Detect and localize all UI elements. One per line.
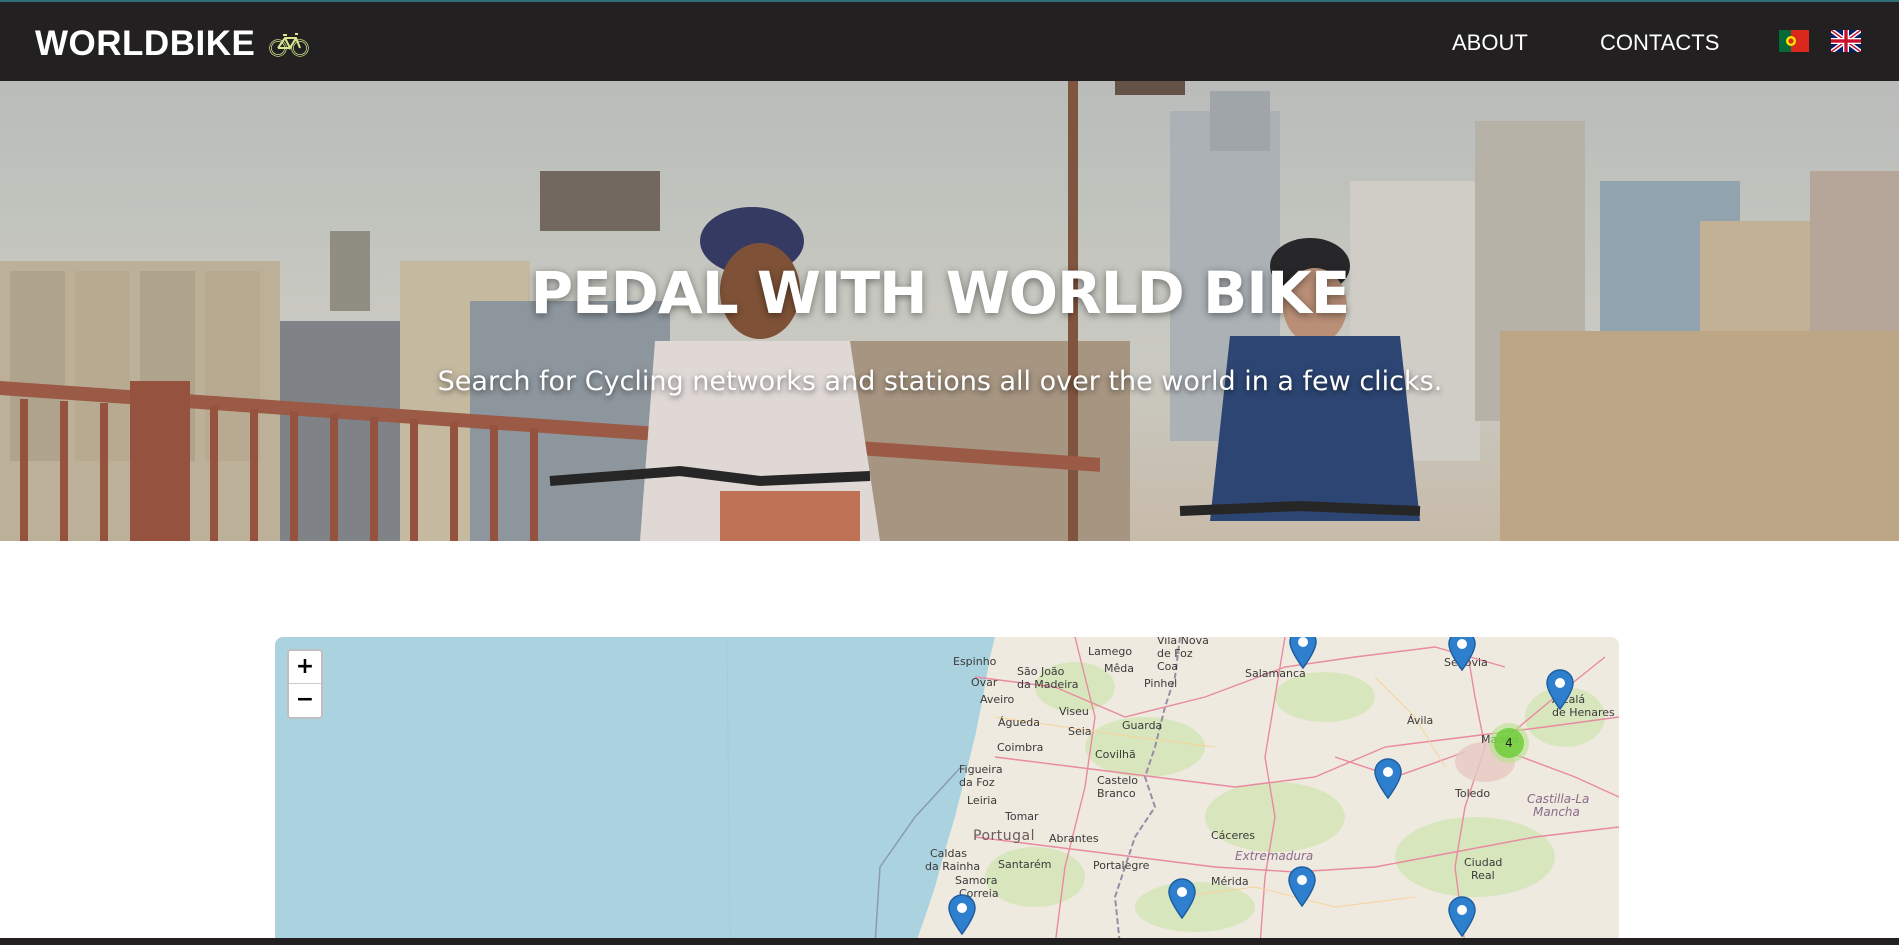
cluster-count: 4 bbox=[1494, 728, 1524, 758]
stations-map[interactable]: Espinho São João da Madeira Lamego Vila … bbox=[275, 637, 1619, 945]
map-label-portalegre: Portalegre bbox=[1093, 859, 1150, 872]
map-label-de-foz: de Foz bbox=[1157, 647, 1193, 660]
map-pin-icon[interactable] bbox=[1447, 637, 1477, 671]
map-label-coimbra: Coimbra bbox=[997, 741, 1044, 754]
uk-flag-icon[interactable] bbox=[1831, 30, 1861, 52]
bicycle-icon bbox=[269, 33, 310, 57]
hero-title: PEDAL WITH WORLD BIKE bbox=[530, 259, 1351, 327]
map-label-portugal: Portugal bbox=[973, 828, 1035, 844]
nav-about-link[interactable]: ABOUT bbox=[1452, 30, 1528, 56]
map-label-leiria: Leiria bbox=[967, 794, 998, 807]
map-label-sao-joao: São João bbox=[1017, 665, 1065, 678]
map-label-ovar: Ovar bbox=[971, 676, 998, 689]
map-label-santarem: Santarém bbox=[998, 858, 1052, 871]
map-pin-icon[interactable] bbox=[1545, 668, 1575, 710]
portugal-flag-icon[interactable] bbox=[1779, 30, 1809, 52]
map-label-lamego: Lamego bbox=[1088, 645, 1133, 658]
map-label-caceres: Cáceres bbox=[1211, 829, 1256, 842]
map-label-extremadura: Extremadura bbox=[1235, 849, 1314, 863]
map-label-castelo: Castelo bbox=[1097, 774, 1139, 787]
map-label-caldas: Caldas bbox=[930, 847, 967, 860]
map-pin-icon[interactable] bbox=[1288, 637, 1318, 669]
zoom-out-button[interactable]: − bbox=[289, 684, 321, 717]
map-pin-icon[interactable] bbox=[1287, 865, 1317, 907]
map-pin-icon[interactable] bbox=[947, 893, 977, 935]
map-label-aveiro: Aveiro bbox=[980, 693, 1015, 706]
bottom-border bbox=[0, 938, 1899, 945]
zoom-control: + − bbox=[287, 649, 323, 719]
map-label-real: Real bbox=[1471, 869, 1495, 882]
brand-logo-link[interactable]: WORLDBIKE bbox=[35, 24, 310, 64]
brand-name: WORLDBIKE bbox=[35, 24, 256, 63]
map-label-vila-nova: Vila Nova bbox=[1157, 637, 1209, 647]
hero-banner: PEDAL WITH WORLD BIKE Search for Cycling… bbox=[0, 81, 1899, 541]
nav-contacts-link[interactable]: CONTACTS bbox=[1600, 30, 1719, 56]
top-navbar: WORLDBIKE ABOUT CONTACTS bbox=[0, 0, 1899, 81]
map-label-da-madeira: da Madeira bbox=[1017, 678, 1079, 691]
map-label-branco: Branco bbox=[1097, 787, 1136, 800]
map-label-guarda: Guarda bbox=[1122, 719, 1163, 732]
map-cluster-marker[interactable]: 4 bbox=[1489, 723, 1529, 763]
map-label-covilha: Covilhã bbox=[1095, 748, 1136, 761]
map-label-abrantes: Abrantes bbox=[1049, 832, 1099, 845]
map-label-coa: Coa bbox=[1157, 660, 1179, 673]
map-label-seia: Seia bbox=[1068, 725, 1092, 738]
map-pin-icon[interactable] bbox=[1447, 895, 1477, 937]
map-label-da-foz: da Foz bbox=[959, 776, 995, 789]
map-label-mancha: Mancha bbox=[1533, 805, 1580, 819]
map-label-merida: Mérida bbox=[1211, 875, 1249, 888]
map-label-avila: Ávila bbox=[1407, 714, 1434, 727]
map-label-toledo: Toledo bbox=[1455, 787, 1491, 800]
hero-subtitle: Search for Cycling networks and stations… bbox=[437, 366, 1443, 397]
map-label-tomar: Tomar bbox=[1005, 810, 1039, 823]
map-label-da-rainha: da Rainha bbox=[925, 860, 981, 873]
map-label-pinhel: Pinhel bbox=[1144, 677, 1178, 690]
map-label-viseu: Viseu bbox=[1059, 705, 1089, 718]
map-pin-icon[interactable] bbox=[1167, 877, 1197, 919]
map-label-agueda: Águeda bbox=[998, 716, 1040, 729]
map-pin-icon[interactable] bbox=[1373, 757, 1403, 799]
zoom-in-button[interactable]: + bbox=[289, 651, 321, 684]
map-label-ciudad: Ciudad bbox=[1464, 856, 1503, 869]
map-label-figueira: Figueira bbox=[959, 763, 1003, 776]
map-label-meda: Mêda bbox=[1104, 662, 1134, 675]
map-label-espinho: Espinho bbox=[953, 655, 997, 668]
map-label-samora: Samora bbox=[955, 874, 998, 887]
